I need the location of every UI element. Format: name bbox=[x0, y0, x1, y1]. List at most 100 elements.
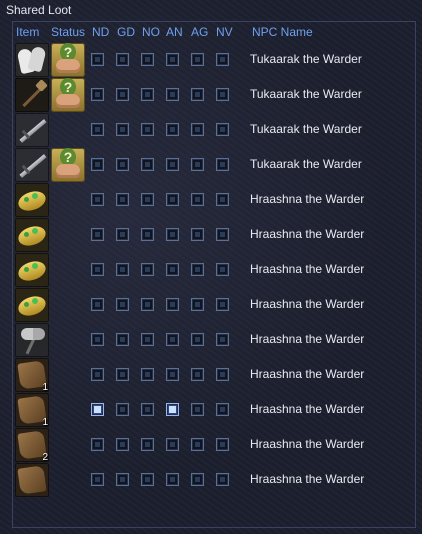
loot-row[interactable]: Hraashna the Warder bbox=[0, 323, 422, 358]
checkbox-gd[interactable] bbox=[116, 298, 129, 311]
header-item[interactable]: Item bbox=[16, 25, 39, 39]
gold-band-icon[interactable] bbox=[15, 253, 49, 287]
header-ag[interactable]: AG bbox=[191, 25, 208, 39]
checkbox-ag[interactable] bbox=[191, 53, 204, 66]
checkbox-nv[interactable] bbox=[216, 123, 229, 136]
checkbox-nv[interactable] bbox=[216, 368, 229, 381]
checkbox-gd[interactable] bbox=[116, 158, 129, 171]
checkbox-an[interactable] bbox=[166, 88, 179, 101]
loot-row[interactable]: ? Tukaarak the Warder bbox=[0, 148, 422, 183]
loot-row[interactable]: Hraashna the Warder bbox=[0, 253, 422, 288]
checkbox-nv[interactable] bbox=[216, 438, 229, 451]
checkbox-no[interactable] bbox=[141, 438, 154, 451]
checkbox-ag[interactable] bbox=[191, 193, 204, 206]
checkbox-no[interactable] bbox=[141, 158, 154, 171]
checkbox-nv[interactable] bbox=[216, 473, 229, 486]
checkbox-nv[interactable] bbox=[216, 298, 229, 311]
header-an[interactable]: AN bbox=[166, 25, 183, 39]
checkbox-nd[interactable] bbox=[91, 438, 104, 451]
checkbox-ag[interactable] bbox=[191, 298, 204, 311]
loot-row[interactable]: Tukaarak the Warder bbox=[0, 113, 422, 148]
checkbox-nd[interactable] bbox=[91, 298, 104, 311]
checkbox-an[interactable] bbox=[166, 473, 179, 486]
checkbox-nv[interactable] bbox=[216, 193, 229, 206]
checkbox-nd[interactable] bbox=[91, 53, 104, 66]
checkbox-an[interactable] bbox=[166, 193, 179, 206]
checkbox-nd[interactable] bbox=[91, 263, 104, 276]
gold-band-icon[interactable] bbox=[15, 183, 49, 217]
checkbox-no[interactable] bbox=[141, 88, 154, 101]
checkbox-nv[interactable] bbox=[216, 88, 229, 101]
hide-icon[interactable]: 2 bbox=[15, 428, 49, 462]
hide-icon[interactable] bbox=[15, 463, 49, 497]
header-gd[interactable]: GD bbox=[117, 25, 135, 39]
checkbox-ag[interactable] bbox=[191, 88, 204, 101]
checkbox-no[interactable] bbox=[141, 193, 154, 206]
hide-icon[interactable]: 1 bbox=[15, 393, 49, 427]
checkbox-gd[interactable] bbox=[116, 123, 129, 136]
checkbox-nv[interactable] bbox=[216, 403, 229, 416]
checkbox-an[interactable] bbox=[166, 298, 179, 311]
checkbox-no[interactable] bbox=[141, 123, 154, 136]
checkbox-no[interactable] bbox=[141, 53, 154, 66]
mace-icon[interactable] bbox=[15, 78, 49, 112]
loot-row[interactable]: Hraashna the Warder bbox=[0, 288, 422, 323]
header-npc-name[interactable]: NPC Name bbox=[252, 25, 313, 39]
checkbox-nv[interactable] bbox=[216, 158, 229, 171]
checkbox-gd[interactable] bbox=[116, 228, 129, 241]
window-title[interactable]: Shared Loot bbox=[0, 0, 422, 20]
checkbox-no[interactable] bbox=[141, 263, 154, 276]
checkbox-an[interactable] bbox=[166, 53, 179, 66]
checkbox-nd[interactable] bbox=[91, 193, 104, 206]
checkbox-nd[interactable] bbox=[91, 158, 104, 171]
checkbox-gd[interactable] bbox=[116, 368, 129, 381]
loot-row[interactable]: Hraashna the Warder bbox=[0, 463, 422, 498]
checkbox-an[interactable] bbox=[166, 228, 179, 241]
checkbox-ag[interactable] bbox=[191, 123, 204, 136]
checkbox-gd[interactable] bbox=[116, 473, 129, 486]
checkbox-nd[interactable] bbox=[91, 368, 104, 381]
checkbox-an[interactable] bbox=[166, 263, 179, 276]
checkbox-ag[interactable] bbox=[191, 403, 204, 416]
checkbox-an[interactable] bbox=[166, 158, 179, 171]
checkbox-nd[interactable] bbox=[91, 123, 104, 136]
loot-row[interactable]: 2 Hraashna the Warder bbox=[0, 428, 422, 463]
loot-row[interactable]: ? Tukaarak the Warder bbox=[0, 43, 422, 78]
checkbox-an[interactable] bbox=[166, 123, 179, 136]
checkbox-no[interactable] bbox=[141, 333, 154, 346]
checkbox-nd[interactable] bbox=[91, 88, 104, 101]
checkbox-gd[interactable] bbox=[116, 53, 129, 66]
checkbox-no[interactable] bbox=[141, 403, 154, 416]
header-status[interactable]: Status bbox=[51, 25, 85, 39]
checkbox-nd[interactable] bbox=[91, 333, 104, 346]
checkbox-nv[interactable] bbox=[216, 333, 229, 346]
header-nv[interactable]: NV bbox=[216, 25, 233, 39]
checkbox-nv[interactable] bbox=[216, 228, 229, 241]
checkbox-no[interactable] bbox=[141, 298, 154, 311]
checkbox-an[interactable] bbox=[166, 333, 179, 346]
checkbox-ag[interactable] bbox=[191, 473, 204, 486]
checkbox-gd[interactable] bbox=[116, 88, 129, 101]
checkbox-ag[interactable] bbox=[191, 438, 204, 451]
checkbox-gd[interactable] bbox=[116, 263, 129, 276]
loot-row[interactable]: Hraashna the Warder bbox=[0, 183, 422, 218]
sword-icon[interactable] bbox=[15, 148, 49, 182]
loot-row[interactable]: 1 Hraashna the Warder bbox=[0, 393, 422, 428]
checkbox-no[interactable] bbox=[141, 228, 154, 241]
checkbox-ag[interactable] bbox=[191, 333, 204, 346]
checkbox-no[interactable] bbox=[141, 368, 154, 381]
gloves-icon[interactable] bbox=[15, 43, 49, 77]
checkbox-gd[interactable] bbox=[116, 193, 129, 206]
checkbox-nd[interactable] bbox=[91, 473, 104, 486]
checkbox-an[interactable] bbox=[166, 403, 179, 416]
checkbox-ag[interactable] bbox=[191, 263, 204, 276]
checkbox-nd[interactable] bbox=[91, 228, 104, 241]
sword-icon[interactable] bbox=[15, 113, 49, 147]
checkbox-nv[interactable] bbox=[216, 263, 229, 276]
loot-row[interactable]: 1 Hraashna the Warder bbox=[0, 358, 422, 393]
checkbox-an[interactable] bbox=[166, 438, 179, 451]
checkbox-ag[interactable] bbox=[191, 368, 204, 381]
checkbox-gd[interactable] bbox=[116, 333, 129, 346]
checkbox-ag[interactable] bbox=[191, 228, 204, 241]
checkbox-gd[interactable] bbox=[116, 403, 129, 416]
